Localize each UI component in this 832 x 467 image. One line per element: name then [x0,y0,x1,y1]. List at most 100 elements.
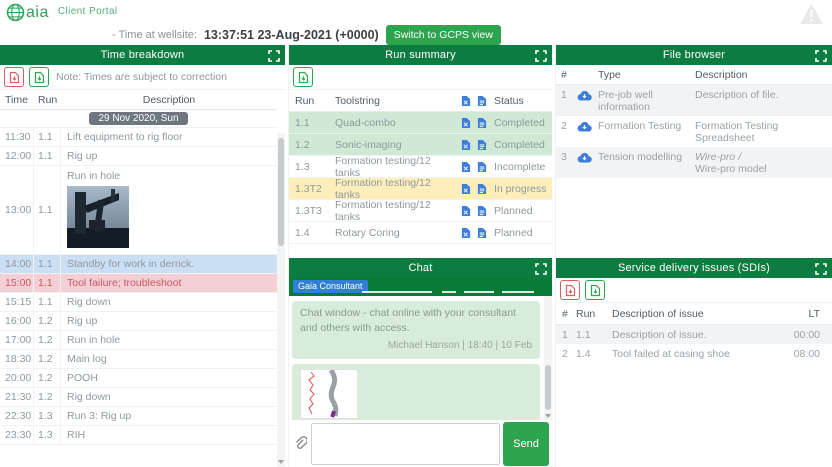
brand-logo: aia Client Portal [6,3,118,27]
vertical-scrollbar[interactable] [544,296,552,420]
status-cell: Completed [490,139,552,151]
run-cell: 1.2 [34,350,61,368]
fullscreen-expand-icon[interactable] [268,49,280,61]
brand-wordmark: aia [26,3,49,22]
sdi-column-headers: # Run Description of issue LT [556,303,832,325]
description-cell: Tool failure; troubleshoot [61,277,277,289]
toolstring-cell: Formation testing/12 tanks [335,155,458,179]
column-header-run: Run [289,95,335,107]
top-bar: aia Client Portal - Time at wellsite: 13… [0,0,832,45]
description-cell: Tool failed at casing shoe [612,348,784,360]
send-button[interactable]: Send [503,422,549,466]
description-cell: Description of issue. [612,329,784,341]
clipped-message-fragment [464,291,494,293]
vertical-scrollbar[interactable] [277,133,285,467]
cloud-download-icon[interactable] [572,89,596,101]
chat-message-text: Chat window - chat online with your cons… [300,306,532,336]
column-header-status: Status [490,95,552,107]
switch-gcps-view-button[interactable]: Switch to GCPS view [386,25,501,45]
table-row: 1.3 Formation testing/12 tanks Incomplet… [289,156,552,178]
table-row: 1.4 Rotary Coring Planned [289,222,552,244]
chat-header: Chat [289,258,552,278]
chat-message-signature: Michael Hanson | 18:40 | 10 Feb [300,339,532,354]
time-cell: 20:00 [0,369,34,387]
run-cell: 1.2 [34,369,61,387]
file-browser-header: File browser [556,45,832,65]
paperclip-icon[interactable] [289,436,311,451]
client-portal-app: aia Client Portal - Time at wellsite: 13… [0,0,832,467]
table-row: 1.3T3 Formation testing/12 tanks Planned [289,200,552,222]
scrollbar-thumb[interactable] [278,138,284,246]
description-cell: Rig up [61,315,277,327]
run-cell: 1.3T3 [289,205,335,217]
sdi-panel: Service delivery issues (SDIs) # Run Des… [555,258,832,467]
description-line-2: Wire-pro model [695,163,828,175]
run-cell: 1.1 [289,117,335,129]
spreadsheet-file-icon[interactable] [458,227,474,239]
description-line-1: Wire-pro / [695,151,828,163]
type-cell: Pre-job well information [596,89,695,113]
cloud-download-icon[interactable] [572,151,596,163]
fullscreen-expand-icon[interactable] [535,262,547,274]
run-summary-panel: Run summary Run Toolstring Status 1.1 Qu… [288,45,552,258]
fullscreen-expand-icon[interactable] [535,49,547,61]
table-row: 1.1 Quad-combo Completed [289,112,552,134]
num-cell: 3 [556,151,572,163]
column-header-num: # [556,69,572,81]
toolstring-cell: Rotary Coring [335,227,458,239]
fullscreen-expand-icon[interactable] [815,262,827,274]
panel-title: Service delivery issues (SDIs) [618,262,770,274]
report-file-icon[interactable] [474,95,490,107]
run-cell: 1.1 [34,147,61,165]
table-row: 15:00 1.1 Tool failure; troubleshoot [0,274,277,293]
warning-triangle-icon[interactable] [799,3,824,30]
run-cell: 1.1 [34,128,61,146]
excel-export-icon[interactable] [293,67,313,87]
time-cell: 14:00 [0,255,34,273]
spreadsheet-file-icon[interactable] [458,139,474,151]
excel-export-icon[interactable] [29,67,49,87]
scroll-down-arrow-icon[interactable] [278,460,284,464]
wellsite-time-bar: - Time at wellsite: 13:37:51 23-Aug-2021… [112,25,501,45]
spreadsheet-file-icon[interactable] [458,117,474,129]
fullscreen-expand-icon[interactable] [815,49,827,61]
table-row: 16:00 1.2 Rig up [0,312,277,331]
spreadsheet-file-icon[interactable] [458,161,474,173]
report-file-icon[interactable] [474,161,490,173]
report-file-icon[interactable] [474,183,490,195]
pdf-export-icon[interactable] [560,280,580,300]
status-cell: Planned [490,205,552,217]
time-breakdown-column-headers: Time Run Description [0,90,277,110]
description-cell: Standby for work in derrick. [61,258,277,270]
run-cell: 1.1 [576,329,612,341]
chat-photo-well-log-image[interactable] [300,369,358,419]
toolstring-cell: Sonic-imaging [335,139,458,151]
table-row: 2 1.4 Tool failed at casing shoe 08:00 [556,344,832,363]
cloud-download-icon[interactable] [572,120,596,132]
lt-cell: 00:00 [784,329,832,341]
spreadsheet-file-icon[interactable] [458,95,474,107]
column-header-run: Run [34,94,61,106]
report-file-icon[interactable] [474,205,490,217]
run-cell: 1.2 [34,331,61,349]
spreadsheet-file-icon[interactable] [458,183,474,195]
run-cell: 1.1 [34,255,61,273]
type-cell: Tension modelling [596,151,695,163]
report-file-icon[interactable] [474,227,490,239]
run-cell: 1.2 [34,388,61,406]
time-cell: 17:00 [0,331,34,349]
toolstring-cell: Formation testing/12 tanks [335,177,458,201]
time-cell: 13:00 [0,166,34,254]
description-cell: Formation Testing Spreadsheet [695,120,832,144]
scrollbar-thumb[interactable] [545,365,551,410]
excel-export-icon[interactable] [585,280,605,300]
spreadsheet-file-icon[interactable] [458,205,474,217]
status-cell: Completed [490,117,552,129]
chat-message-input[interactable] [311,423,500,465]
report-file-icon[interactable] [474,139,490,151]
run-summary-toolbar [289,65,552,90]
scroll-down-arrow-icon[interactable] [545,414,551,418]
report-file-icon[interactable] [474,117,490,129]
pdf-export-icon[interactable] [4,67,24,87]
run-cell: 1.1 [34,274,61,292]
